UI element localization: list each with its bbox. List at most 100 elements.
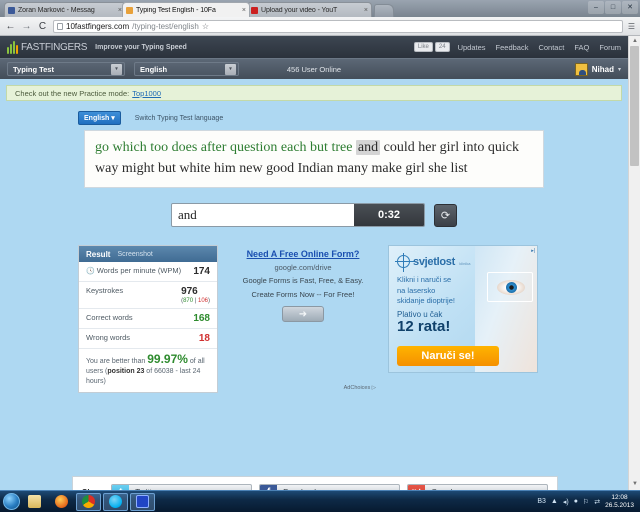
word-pending: girl [405, 161, 425, 176]
tab-title: Zoran Marković - Messag [18, 6, 95, 14]
language-switch-row: English ▾ Switch Typing Test language [78, 111, 628, 125]
taskbar-chrome[interactable] [76, 492, 101, 511]
tab-title: Typing Test English - 10Fa [136, 6, 216, 14]
facebook-like-widget[interactable]: Like 24 [413, 42, 450, 52]
word-current: and [355, 140, 381, 155]
adchoices-icon[interactable]: AdChoices ▷ [344, 385, 376, 391]
ad-url: google.com/drive [274, 263, 332, 272]
wrong-keystrokes: 106 [197, 298, 208, 304]
close-icon[interactable]: × [242, 7, 246, 14]
flag-icon[interactable]: ⚐ [583, 498, 589, 506]
word-pending: make [371, 161, 402, 176]
chevron-down-icon[interactable]: ▾ [618, 66, 621, 73]
browser-tab-0[interactable]: Zoran Marković - Messag × [4, 2, 126, 17]
reload-icon[interactable]: C [37, 21, 48, 32]
url-path: /typing-test/english [132, 21, 199, 31]
menu-icon[interactable]: ☰ [628, 22, 635, 31]
nav-updates[interactable]: Updates [458, 43, 486, 52]
like-count: 24 [434, 42, 450, 52]
new-tab-button[interactable] [374, 4, 394, 17]
page-scrollbar[interactable]: ▲ ▼ [628, 36, 640, 490]
nav-faq[interactable]: FAQ [574, 43, 589, 52]
close-icon[interactable]: × [364, 7, 368, 14]
logo-secondary: FINGERS [44, 41, 88, 53]
result-label: 🕓 Words per minute (WPM) [86, 266, 182, 275]
nav-contact[interactable]: Contact [538, 43, 564, 52]
word-pending: good [266, 161, 295, 176]
nav-feedback[interactable]: Feedback [496, 43, 529, 52]
taskbar-app[interactable] [130, 492, 155, 511]
site-logo[interactable]: FASTFINGERS [7, 40, 88, 54]
ad-arrow-button[interactable]: ➜ [282, 306, 324, 322]
typing-test-words: go which too does after question each bu… [84, 130, 544, 188]
back-icon[interactable]: ← [5, 21, 16, 32]
word-pending: but [158, 161, 176, 176]
result-label: Wrong words [86, 333, 131, 342]
result-value: 976 [181, 286, 198, 297]
word-pending: girl [439, 140, 460, 155]
typing-input[interactable] [172, 204, 354, 226]
tab-screenshot[interactable]: Screenshot [117, 251, 152, 258]
correct-keystrokes: 870 [183, 298, 194, 304]
url-domain: 10fastfingers.com [66, 21, 130, 31]
show-hidden-icons[interactable]: ▲ [551, 498, 558, 505]
banner-eye [497, 280, 525, 295]
avatar [574, 62, 588, 76]
keystrokes-breakdown: (870 | 106) [181, 298, 210, 304]
banner-brand: svjetlost [413, 256, 455, 268]
word-completed: question [229, 140, 278, 155]
word-pending: into [462, 140, 485, 155]
result-value: 174 [193, 266, 210, 277]
tab-result[interactable]: Result [86, 250, 110, 259]
word-pending: Indian [297, 161, 334, 176]
close-window-button[interactable]: ✕ [622, 1, 638, 14]
browser-tab-2[interactable]: Upload your video - YouT × [247, 2, 372, 17]
forward-icon[interactable]: → [21, 21, 32, 32]
action-center-icon[interactable]: ● [574, 498, 578, 505]
chrome-icon [82, 495, 95, 508]
ad-line2: Create Forms Now -- For Free! [251, 290, 355, 299]
adchoices-icon[interactable]: ▸| [531, 248, 535, 254]
mode-select[interactable]: Typing Test ▾ [7, 62, 125, 76]
nav-forum[interactable]: Forum [599, 43, 621, 52]
svjetlost-banner-ad[interactable]: svjetlost klinika Klikni i naruči se na … [388, 245, 538, 373]
star-icon[interactable]: ☆ [202, 22, 209, 31]
language-button[interactable]: English ▾ [78, 111, 121, 125]
top1000-link[interactable]: Top1000 [132, 89, 161, 98]
word-pending: could [383, 140, 415, 155]
fastfingers-icon [126, 6, 133, 14]
maximize-button[interactable]: □ [605, 1, 621, 14]
minimize-button[interactable]: – [588, 1, 604, 14]
user-menu[interactable]: Nihad ▾ [574, 62, 621, 76]
facebook-icon [8, 6, 15, 14]
word-pending: she [428, 161, 447, 176]
site-header: FASTFINGERS Improve your Typing Speed Li… [0, 36, 628, 58]
result-tabs: Result Screenshot [79, 246, 217, 262]
word-completed: too [150, 140, 169, 155]
chevron-down-icon[interactable]: ▾ [225, 63, 236, 75]
taskbar-firefox[interactable] [49, 493, 74, 511]
chevron-down-icon[interactable]: ▾ [111, 63, 122, 75]
volume-icon[interactable]: ◂) [563, 498, 569, 506]
address-bar[interactable]: 10fastfingers.com/typing-test/english ☆ [53, 19, 623, 33]
taskbar-skype[interactable] [103, 492, 128, 511]
browser-tab-1[interactable]: Typing Test English - 10Fa × [122, 2, 250, 17]
page-info-icon[interactable] [57, 22, 63, 30]
scroll-down-icon[interactable]: ▼ [629, 479, 640, 490]
youtube-icon [251, 6, 258, 14]
start-orb[interactable] [3, 493, 20, 510]
google-text-ad[interactable]: Need A Free Online Form? google.com/driv… [228, 245, 378, 393]
window-controls: – □ ✕ [588, 1, 638, 14]
taskbar-explorer[interactable] [22, 493, 47, 511]
ad-title[interactable]: Need A Free Online Form? [228, 249, 378, 259]
taskbar-clock[interactable]: 12:08 26.5.2013 [605, 494, 636, 510]
chevron-down-icon: ▾ [111, 115, 115, 122]
language-select[interactable]: English ▾ [134, 62, 239, 76]
restart-test-button[interactable]: ⟳ [434, 203, 457, 227]
like-button[interactable]: Like [413, 42, 433, 52]
clock-icon: 🕓 [86, 268, 95, 275]
network-icon[interactable]: ⇄ [594, 498, 600, 506]
result-value: 18 [198, 333, 210, 344]
scrollbar-thumb[interactable] [630, 46, 639, 166]
banner-cta-button[interactable]: Naruči se! [397, 346, 499, 366]
